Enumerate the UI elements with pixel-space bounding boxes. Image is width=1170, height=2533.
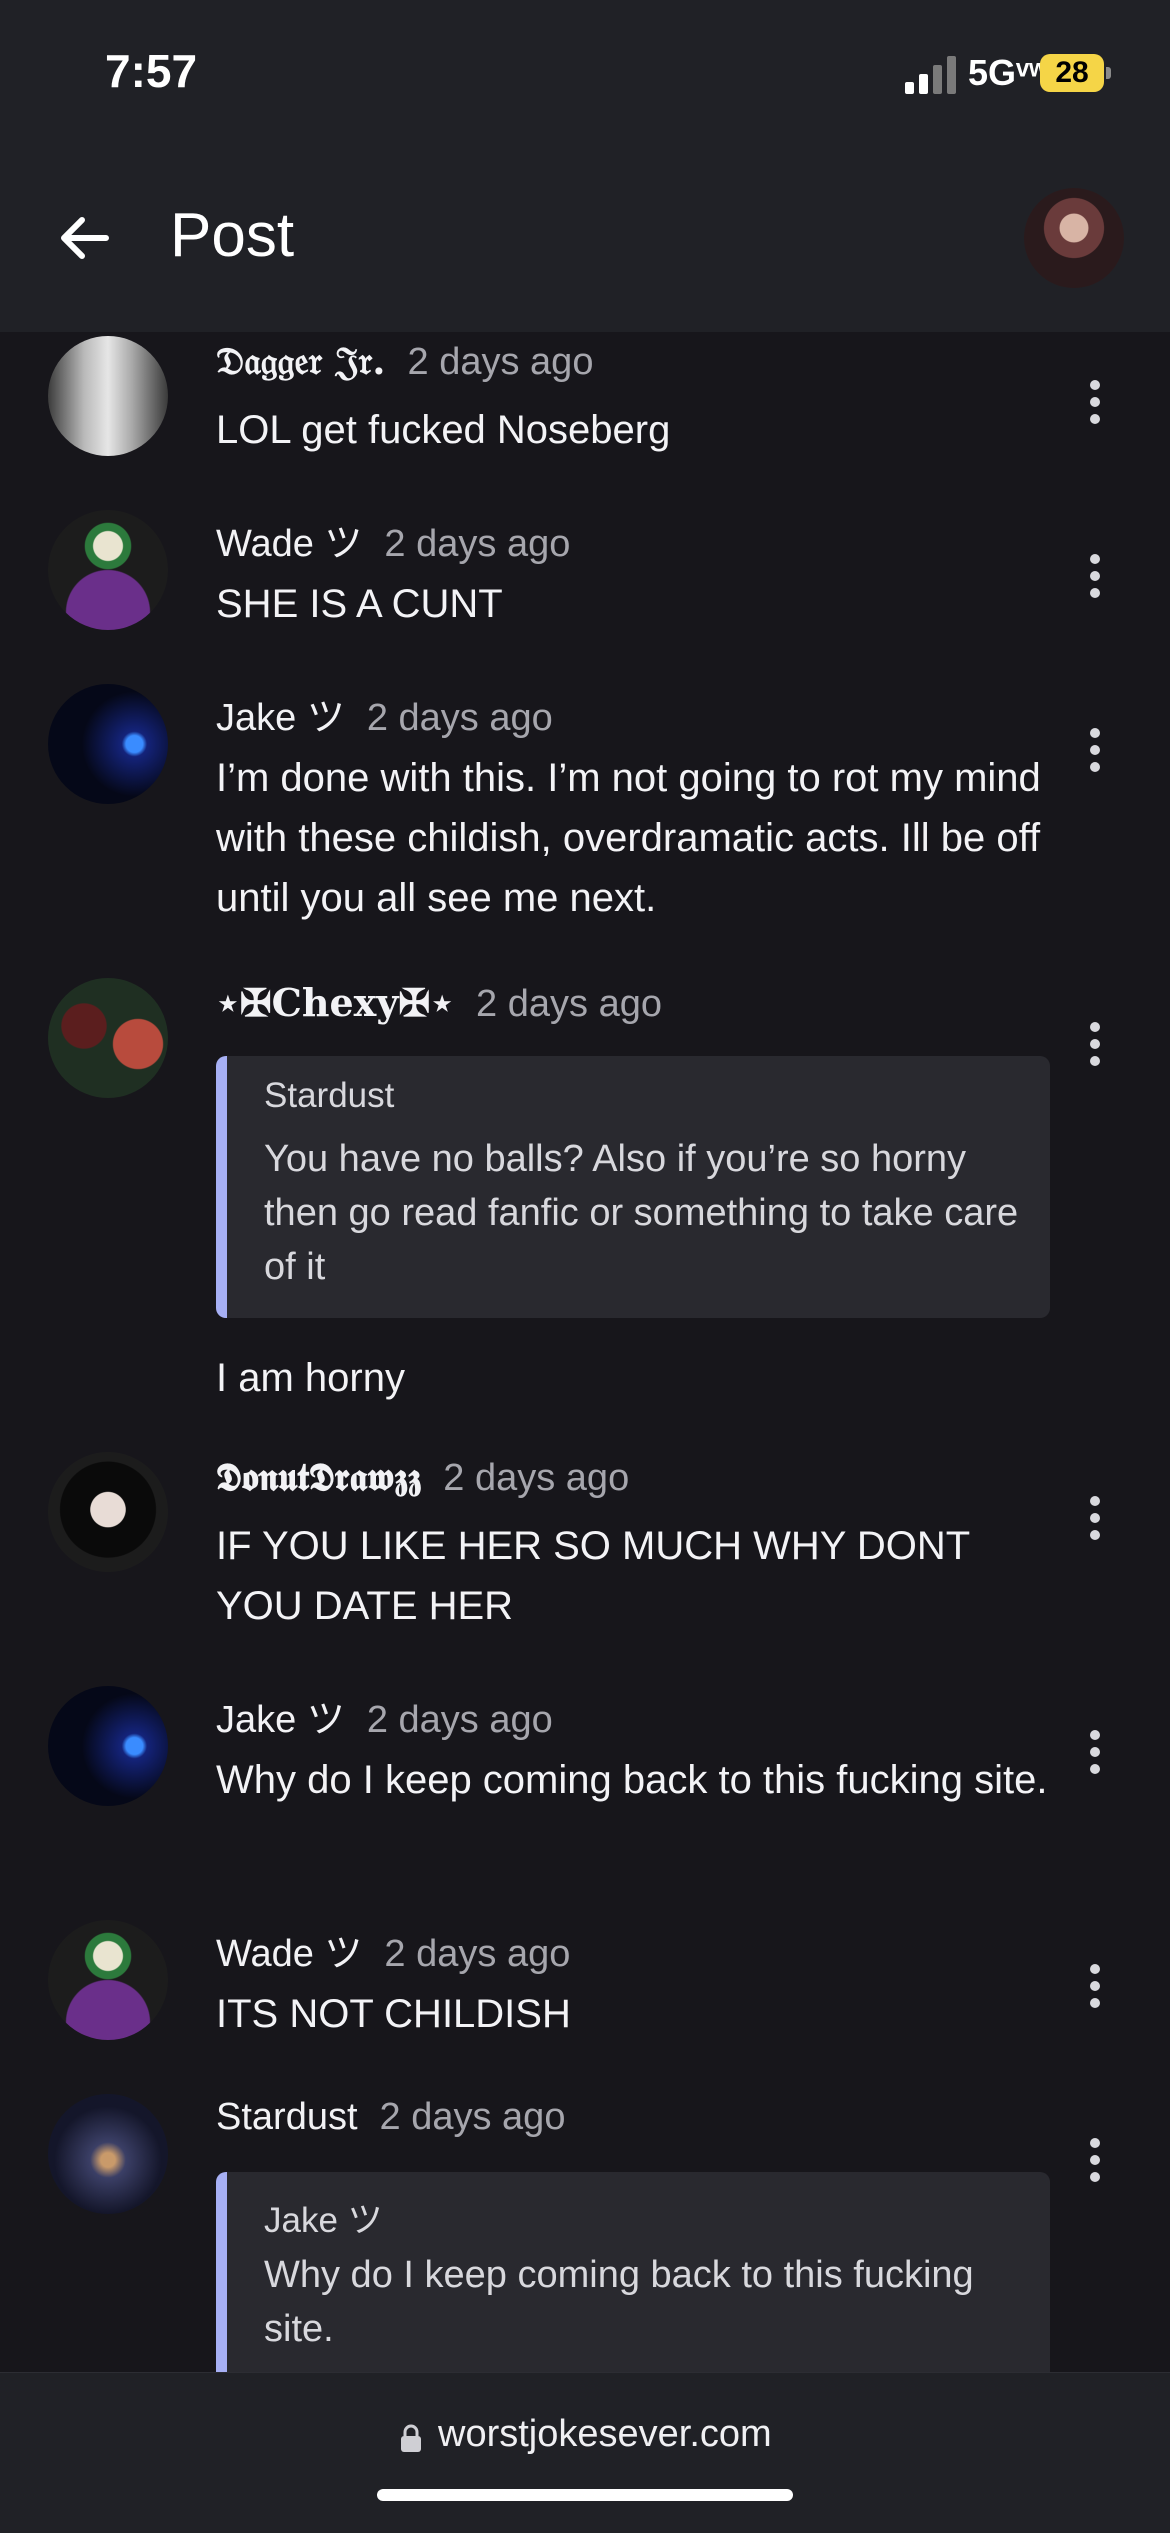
comment-time: 2 days ago: [379, 2096, 566, 2138]
comment-author[interactable]: Wade ツ: [216, 1933, 362, 1975]
comment-author[interactable]: 𝔇𝔞𝔤𝔤𝔢𝔯 𝔍𝔯.: [216, 338, 386, 383]
page-title: Post: [170, 201, 295, 270]
comment-text: ITS NOT CHILDISH: [216, 1992, 571, 2036]
lock-icon: [401, 2424, 421, 2452]
comment-list: 𝔇𝔞𝔤𝔤𝔢𝔯 𝔍𝔯. 2 days ago LOL get fucked Nose…: [0, 332, 1170, 2372]
comment-text: IF YOU LIKE HER SO MUCH WHY DONT YOU DAT…: [216, 1524, 970, 1628]
comment-text: SHE IS A CUNT: [216, 582, 503, 626]
user-avatar[interactable]: [1024, 188, 1124, 288]
comment-author[interactable]: Jake ツ: [216, 1699, 345, 1741]
url-text[interactable]: worstjokesever.com: [438, 2413, 772, 2456]
avatar[interactable]: [48, 1686, 168, 1806]
avatar[interactable]: [48, 510, 168, 630]
more-vertical-icon[interactable]: [1090, 1730, 1110, 1780]
comment-text: Why do I keep coming back to this fuckin…: [216, 1758, 1048, 1802]
comment-author[interactable]: Jake ツ: [216, 697, 345, 739]
avatar[interactable]: [48, 684, 168, 804]
network-type: 5Gᵛʷ: [968, 52, 1048, 93]
avatar[interactable]: [48, 1452, 168, 1572]
more-vertical-icon[interactable]: [1090, 728, 1110, 778]
comment-text: I am horny: [216, 1356, 405, 1400]
comment-author[interactable]: ⋆✠𝐂𝐡𝐞𝐱𝐲✠⋆: [216, 980, 454, 1025]
comment-time: 2 days ago: [384, 523, 571, 565]
more-vertical-icon[interactable]: [1090, 380, 1110, 430]
comment-text: LOL get fucked Noseberg: [216, 408, 671, 452]
more-vertical-icon[interactable]: [1090, 1022, 1110, 1072]
back-arrow-icon[interactable]: [54, 208, 114, 268]
battery-icon: 28: [1040, 54, 1111, 92]
avatar[interactable]: [48, 336, 168, 456]
home-indicator[interactable]: [377, 2489, 793, 2501]
comment-text: I’m done with this. I’m not going to rot…: [216, 756, 1041, 920]
status-bar: 7:57 5Gᵛʷ 28: [0, 0, 1170, 150]
comment-time: 2 days ago: [384, 1933, 571, 1975]
quote-text: Why do I keep coming back to this fuckin…: [264, 2254, 974, 2350]
more-vertical-icon[interactable]: [1090, 1964, 1110, 2014]
battery-level: 28: [1040, 54, 1104, 92]
quote-author: Jake ツ: [264, 2201, 383, 2240]
quote-text: You have no balls? Also if you’re so hor…: [264, 1138, 1019, 1288]
quoted-comment[interactable]: Stardust You have no balls? Also if you’…: [216, 1056, 1050, 1318]
comment-author[interactable]: 𝕯𝖔𝖓𝖚𝖙𝕯𝖗𝖆𝖜𝖟𝖟: [216, 1454, 421, 1499]
comment-author[interactable]: Stardust: [216, 2096, 358, 2138]
comment-time: 2 days ago: [366, 1699, 553, 1741]
avatar[interactable]: [48, 2094, 168, 2214]
comment-time: 2 days ago: [476, 983, 662, 1025]
avatar[interactable]: [48, 978, 168, 1098]
signal-icon: [905, 56, 956, 94]
comment-time: 2 days ago: [407, 341, 594, 383]
browser-url-bar[interactable]: worstjokesever.com: [0, 2372, 1170, 2533]
status-time: 7:57: [105, 45, 198, 97]
more-vertical-icon[interactable]: [1090, 1496, 1110, 1546]
app-header: Post: [0, 150, 1170, 332]
comment-author[interactable]: Wade ツ: [216, 523, 362, 565]
comment-time: 2 days ago: [366, 697, 553, 739]
quote-author: Stardust: [264, 1076, 395, 1115]
more-vertical-icon[interactable]: [1090, 554, 1110, 604]
quoted-comment[interactable]: Jake ツ Why do I keep coming back to this…: [216, 2172, 1050, 2372]
more-vertical-icon[interactable]: [1090, 2138, 1110, 2188]
comment-time: 2 days ago: [443, 1457, 630, 1499]
avatar[interactable]: [48, 1920, 168, 2040]
